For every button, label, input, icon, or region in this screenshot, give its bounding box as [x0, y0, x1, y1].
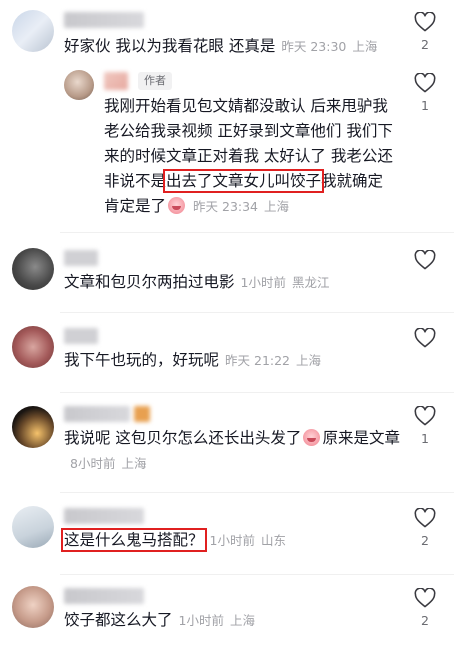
divider: [60, 312, 454, 313]
reply-location: 上海: [264, 199, 290, 214]
reply-time: 昨天 23:34: [193, 199, 259, 214]
like-button[interactable]: 2: [412, 12, 438, 52]
avatar[interactable]: [12, 506, 54, 548]
comment-time: 1小时前: [178, 613, 224, 628]
username[interactable]: [64, 328, 98, 344]
comment-location: 上海: [296, 353, 322, 368]
like-button[interactable]: 1: [412, 406, 438, 446]
comment-location: 上海: [121, 456, 147, 471]
reply-username[interactable]: [104, 72, 128, 90]
heart-outline-icon: [414, 508, 436, 528]
comment-text: 饺子都这么大了 1小时前 上海: [64, 608, 394, 633]
heart-outline-icon: [414, 328, 436, 348]
comment-text: 好家伙 我以为我看花眼 还真是 昨天 23:30 上海: [64, 34, 394, 59]
avatar[interactable]: [12, 10, 54, 52]
comment-body: 文章和包贝尔两拍过电影: [64, 273, 235, 291]
comment-body: 饺子都这么大了: [64, 611, 173, 629]
comment-text: 这是什么鬼马搭配？ 1小时前 山东: [61, 528, 394, 553]
reply-avatar[interactable]: [64, 70, 94, 100]
like-count: 2: [421, 37, 429, 52]
comment-item: 饺子都这么大了 1小时前 上海 2: [0, 578, 454, 651]
comment-item: 我说呢 这包贝尔怎么还长出头发了 原来是文章 8小时前 上海 1: [0, 398, 454, 490]
comment-time: 1小时前: [209, 533, 255, 548]
reply-text: 我刚开始看见包文婧都没敢认 后来甩驴我老公给我录视频 正好录到文章他们 我们下来…: [104, 94, 394, 219]
heart-outline-icon: [414, 73, 436, 93]
username-badge: [134, 406, 150, 422]
comment-item: 好家伙 我以为我看花眼 还真是 昨天 23:30 上海 2 作者 我刚开始看见包文婧…: [0, 0, 454, 230]
comment-item: 这是什么鬼马搭配？ 1小时前 山东 2: [0, 498, 454, 572]
comment-item: 文章和包贝尔两拍过电影 1小时前 黑龙江: [0, 240, 454, 310]
like-button[interactable]: [412, 250, 438, 270]
reply-like-count: 1: [421, 98, 429, 113]
heart-outline-icon: [414, 12, 436, 32]
avatar[interactable]: [12, 248, 54, 290]
comment-item: 我下午也玩的，好玩呢 昨天 21:22 上海: [0, 318, 454, 390]
heart-outline-icon: [414, 250, 436, 270]
like-button[interactable]: 2: [412, 508, 438, 548]
avatar[interactable]: [12, 326, 54, 368]
like-count: 2: [421, 613, 429, 628]
avatar[interactable]: [12, 586, 54, 628]
like-button[interactable]: 2: [412, 588, 438, 628]
comment-time: 昨天 21:22: [225, 353, 291, 368]
divider: [60, 574, 454, 575]
comment-time: 1小时前: [240, 275, 286, 290]
comment-text: 文章和包贝尔两拍过电影 1小时前 黑龙江: [64, 270, 394, 295]
like-button[interactable]: [412, 328, 438, 348]
username[interactable]: [64, 406, 130, 422]
comment-location: 黑龙江: [291, 275, 330, 290]
reply-highlight: 出去了文章女儿叫饺子: [163, 169, 325, 193]
username[interactable]: [64, 508, 144, 524]
comment-body-b: 原来是文章: [322, 429, 400, 447]
like-count: 1: [421, 431, 429, 446]
heart-outline-icon: [414, 406, 436, 426]
comment-body: 好家伙 我以为我看花眼 还真是: [64, 37, 276, 55]
username[interactable]: [64, 12, 144, 28]
like-count: 2: [421, 533, 429, 548]
divider: [60, 492, 454, 493]
comment-text: 我说呢 这包贝尔怎么还长出头发了 原来是文章 8小时前 上海: [64, 426, 400, 476]
comment-body: 我下午也玩的，好玩呢: [64, 351, 220, 369]
reply-like-button[interactable]: 1: [412, 73, 438, 113]
comment-location: 上海: [352, 39, 378, 54]
username[interactable]: [64, 588, 144, 604]
heart-outline-icon: [414, 588, 436, 608]
comment-time: 8小时前: [70, 456, 116, 471]
comment-location: 上海: [229, 613, 255, 628]
username[interactable]: [64, 250, 98, 266]
pig-face-emoji-icon: [303, 429, 321, 446]
comment-body: 这是什么鬼马搭配？: [61, 528, 207, 552]
comment-text: 我下午也玩的，好玩呢 昨天 21:22 上海: [64, 348, 394, 373]
author-badge: 作者: [138, 72, 172, 90]
comment-time: 昨天 23:30: [281, 39, 347, 54]
divider: [60, 232, 454, 233]
comment-body-a: 我说呢 这包贝尔怎么还长出头发了: [64, 429, 302, 447]
comment-location: 山东: [260, 533, 286, 548]
avatar[interactable]: [12, 406, 54, 448]
pig-face-emoji-icon: [168, 197, 186, 214]
divider: [60, 392, 454, 393]
